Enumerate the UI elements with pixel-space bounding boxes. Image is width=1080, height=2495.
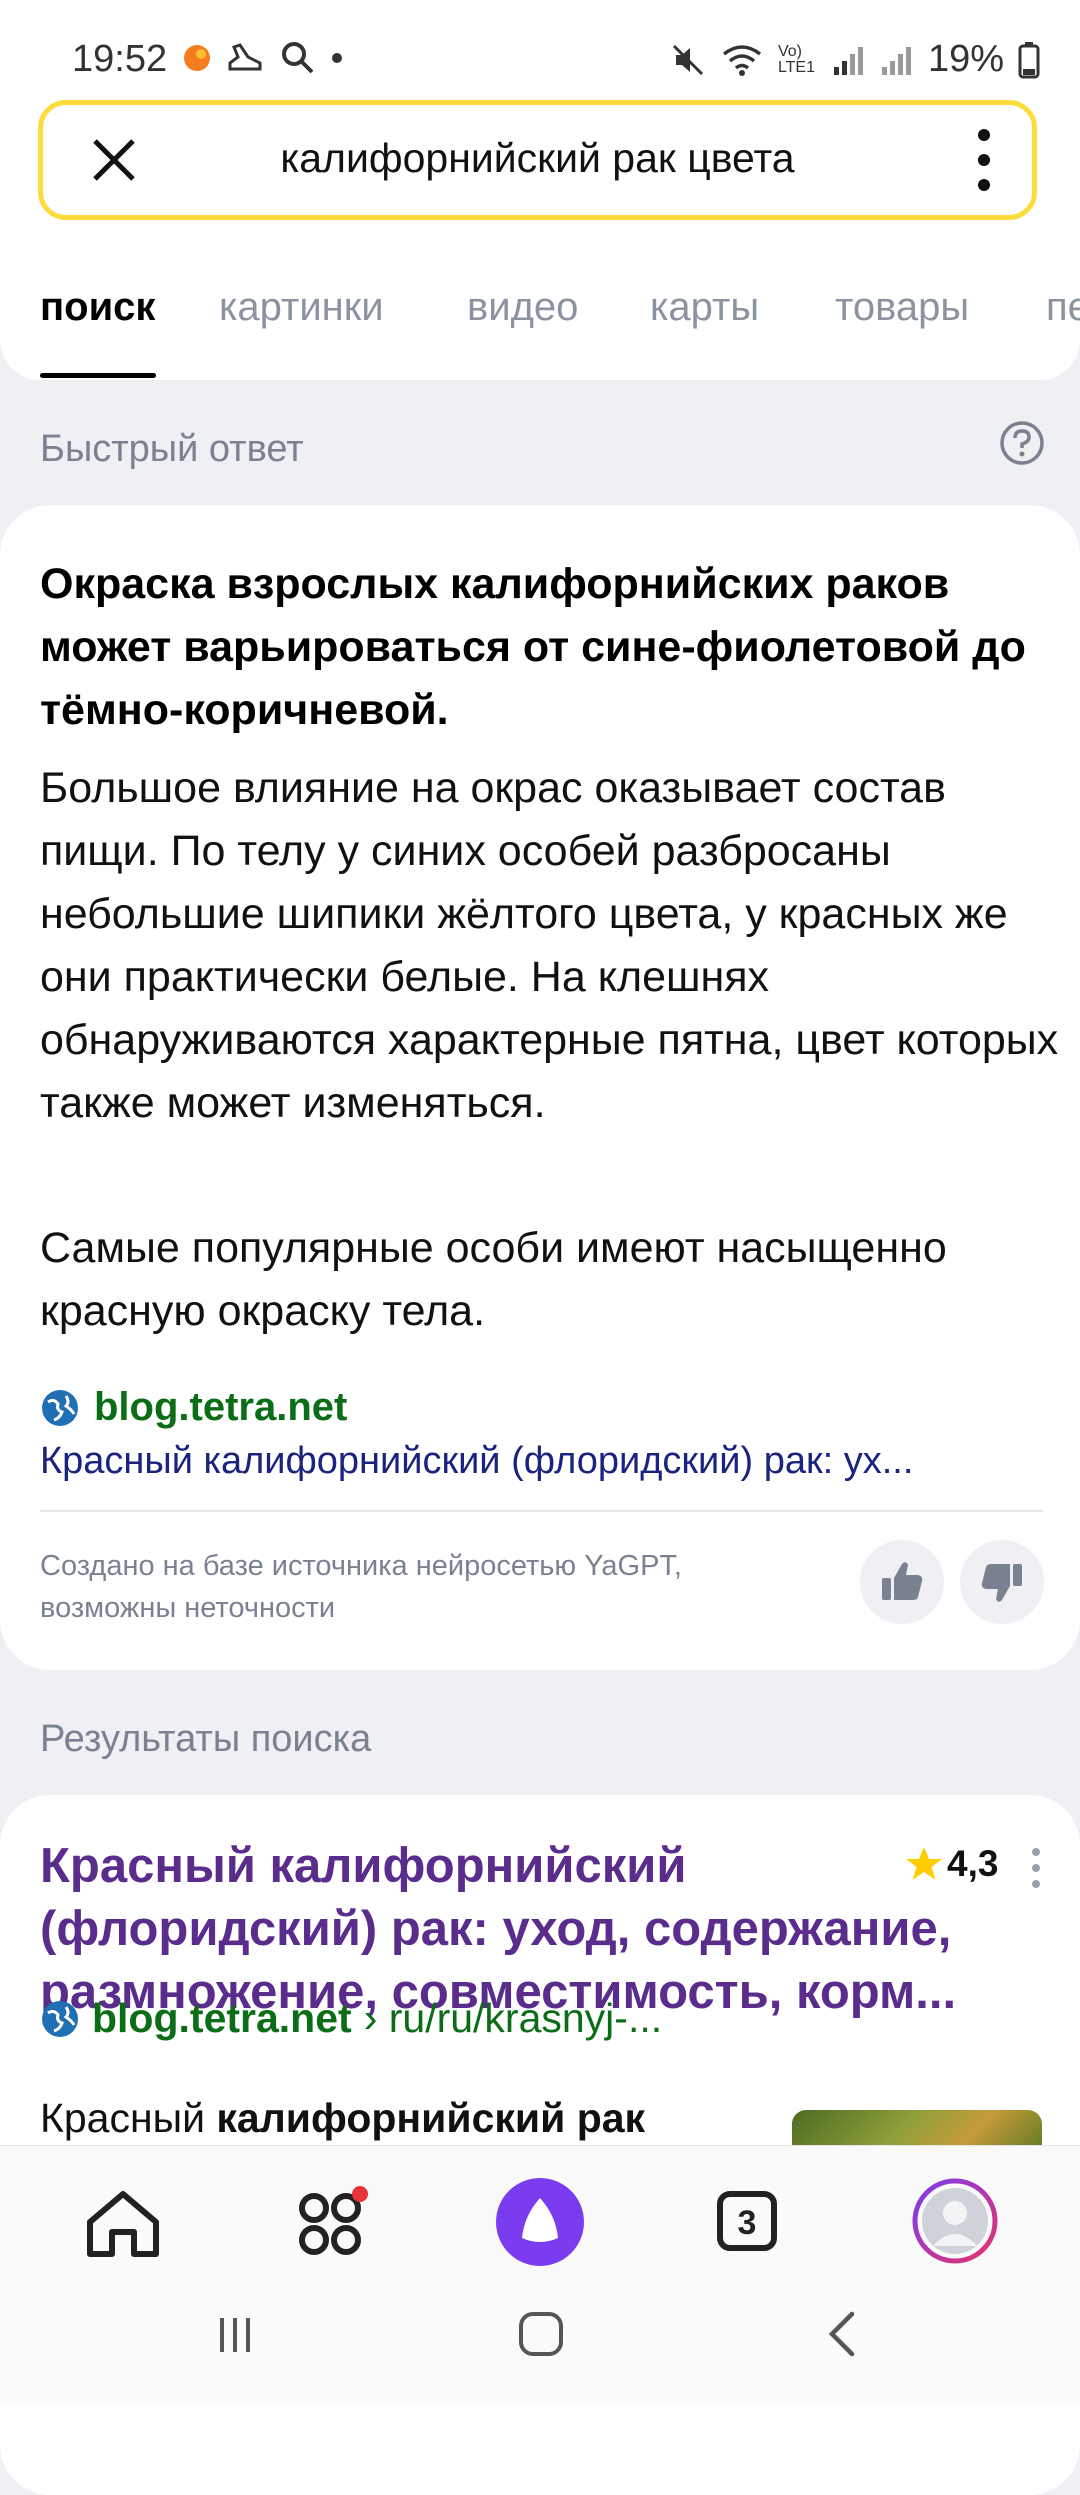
- thumbs-down-button[interactable]: [960, 1540, 1044, 1624]
- home-button-icon[interactable]: [515, 2308, 567, 2360]
- status-right: Vo) LTE1 19%: [670, 38, 1040, 81]
- answer-title: Окраска взрослых калифорнийских раков мо…: [40, 560, 1026, 734]
- tab-images[interactable]: картинки: [219, 285, 384, 330]
- active-tab-indicator: [40, 373, 156, 378]
- result-path[interactable]: › ru/ru/krasnyj-...: [364, 1995, 662, 2042]
- tabs-icon[interactable]: 3: [692, 2166, 802, 2276]
- globe-icon: [42, 1389, 78, 1426]
- answer-paragraph: Самые популярные особи имеют насыщенно к…: [40, 1224, 947, 1335]
- search-input[interactable]: калифорнийский рак цвета: [43, 135, 1032, 182]
- home-icon[interactable]: [68, 2166, 178, 2276]
- apps-icon[interactable]: [276, 2166, 386, 2276]
- tab-video[interactable]: видео: [467, 285, 578, 330]
- help-icon[interactable]: [999, 420, 1045, 466]
- mute-icon: [672, 44, 703, 75]
- profile-icon[interactable]: [900, 2166, 1010, 2276]
- globe-icon: [42, 2000, 78, 2037]
- signal-icon-2: [881, 46, 911, 75]
- tab-maps[interactable]: карты: [650, 285, 759, 330]
- thumbs-up-icon: [882, 1562, 923, 1600]
- answer-source[interactable]: blog.tetra.net: [40, 1385, 347, 1430]
- app-notification-icon: [184, 45, 210, 71]
- battery-percent: 19%: [927, 38, 1004, 80]
- results-label: Результаты поиска: [40, 1718, 372, 1760]
- star-icon: [906, 1847, 942, 1880]
- snippet-text: Красный: [40, 2095, 217, 2141]
- tab-goods[interactable]: товары: [835, 285, 969, 330]
- back-icon[interactable]: [818, 2308, 868, 2360]
- shoe-icon: [228, 43, 262, 71]
- search-header: калифорнийский рак цвета: [0, 100, 1080, 245]
- status-notification-icons: [182, 40, 344, 76]
- divider: [40, 1510, 1043, 1512]
- thumbs-up-button[interactable]: [860, 1540, 944, 1624]
- source-title-link[interactable]: Красный калифорнийский (флоридский) рак:…: [40, 1440, 1040, 1483]
- battery-icon: [1018, 41, 1040, 78]
- tab-more[interactable]: пе: [1046, 285, 1080, 330]
- snippet-highlight: калифорнийский рак: [216, 2095, 646, 2141]
- status-bar: 19:52 Vo) LTE1 19%: [0, 0, 1080, 100]
- tabs-count: 3: [738, 2204, 757, 2242]
- quick-answer-card: Окраска взрослых калифорнийских раков мо…: [0, 505, 1080, 1670]
- search-tabs: поиск картинки видео карты товары пе: [0, 245, 1080, 380]
- thumbs-down-icon: [981, 1564, 1022, 1602]
- result-url[interactable]: blog.tetra.net › ru/ru/krasnyj-...: [40, 1995, 662, 2042]
- wifi-icon: [722, 44, 762, 76]
- search-status-icon: [282, 42, 314, 74]
- rating-value: 4,3: [947, 1843, 999, 1884]
- more-vertical-icon[interactable]: [1030, 1847, 1042, 1889]
- answer-paragraph: Большое влияние на окрас оказывает соста…: [40, 764, 1059, 1127]
- result-snippet: Красный калифорнийский рак: [40, 2095, 645, 2142]
- tab-search[interactable]: поиск: [40, 285, 155, 330]
- result-rating: 4,3: [905, 1843, 998, 1885]
- signal-icon-1: [833, 46, 863, 75]
- recent-apps-icon[interactable]: [210, 2310, 260, 2360]
- search-box[interactable]: калифорнийский рак цвета: [38, 100, 1037, 220]
- more-vertical-icon[interactable]: [974, 127, 994, 193]
- network-label: Vo) LTE1: [777, 42, 815, 76]
- quick-answer-label: Быстрый ответ: [40, 428, 304, 470]
- status-time: 19:52: [72, 38, 168, 80]
- ai-disclaimer: Создано на базе источника нейросетью YaG…: [40, 1550, 682, 1624]
- dot-icon: [332, 53, 342, 63]
- result-domain[interactable]: blog.tetra.net: [92, 1995, 352, 2042]
- alice-icon[interactable]: [484, 2166, 596, 2278]
- system-navigation: [0, 2280, 1080, 2400]
- source-domain[interactable]: blog.tetra.net: [94, 1385, 347, 1430]
